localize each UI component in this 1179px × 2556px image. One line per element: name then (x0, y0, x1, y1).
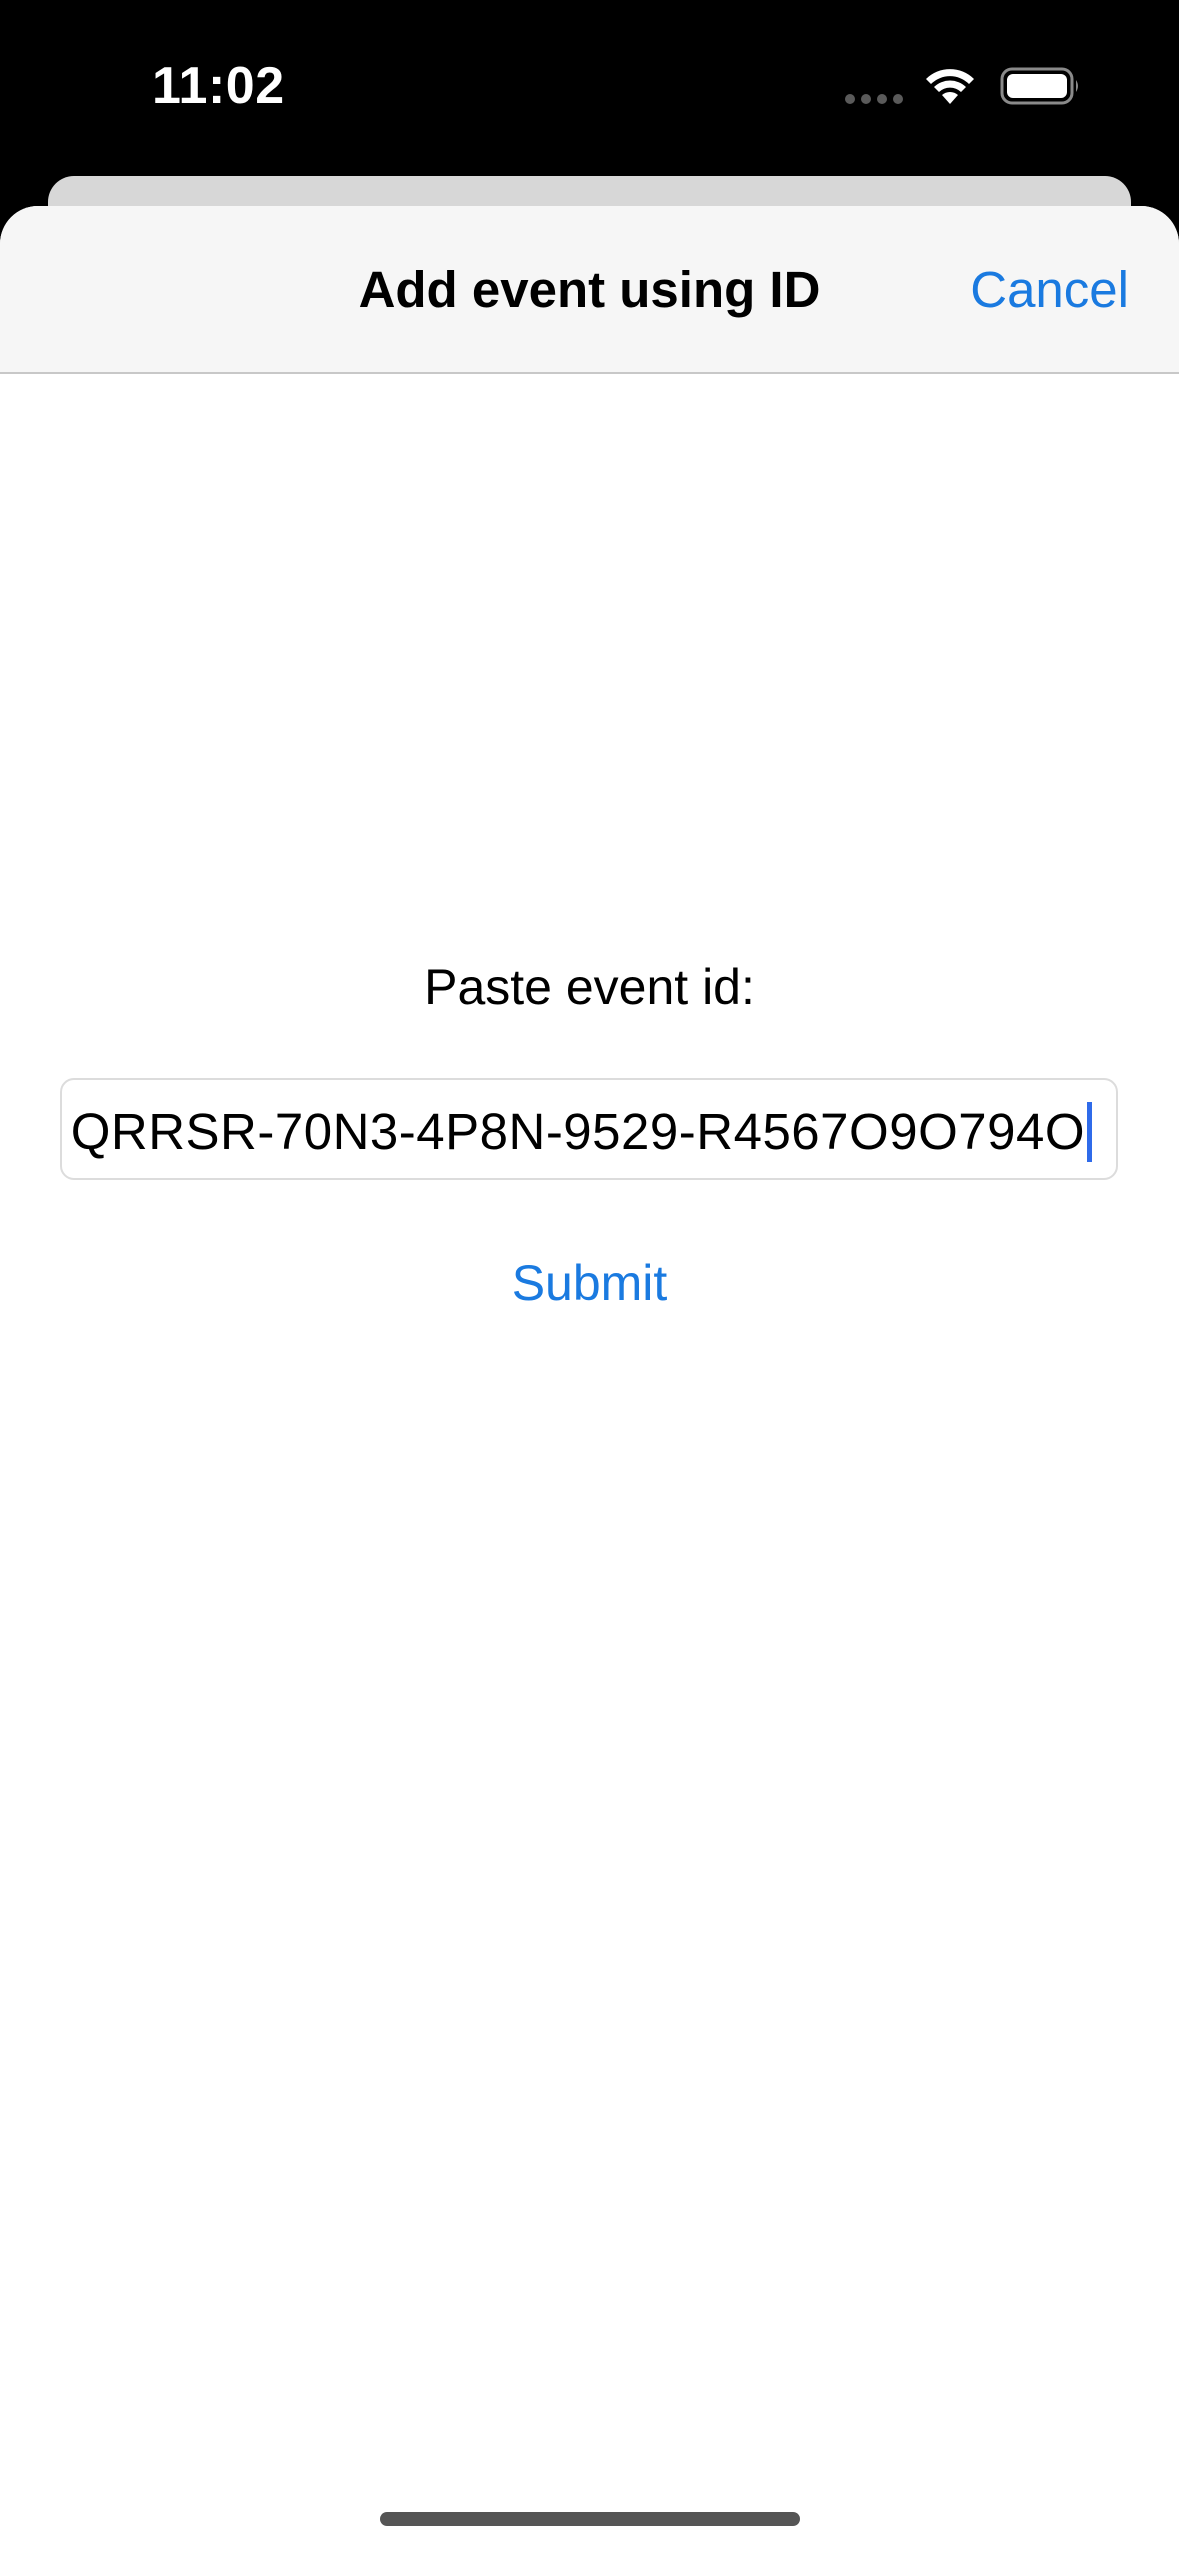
navigation-bar: Add event using ID Cancel (0, 206, 1179, 374)
home-indicator[interactable] (380, 2512, 800, 2526)
event-id-value: QRRSR-70N3-4P8N-9529-R4567O9O794O (70, 1101, 1092, 1166)
battery-icon (1000, 67, 1078, 105)
prompt-label: Paste event id: (424, 959, 755, 1015)
status-bar: 11:02 (0, 0, 1179, 176)
wifi-icon (926, 69, 974, 104)
status-time: 11:02 (152, 57, 285, 115)
screen: 11:02 Add event using ID Cancel Paste ev… (0, 0, 1179, 2556)
submit-button[interactable]: Submit (0, 1254, 1179, 1312)
text-caret (1087, 1101, 1092, 1162)
cancel-button[interactable]: Cancel (970, 260, 1129, 319)
modal-sheet: Add event using ID Cancel Paste event id… (0, 206, 1179, 2556)
event-id-input[interactable]: QRRSR-70N3-4P8N-9529-R4567O9O794O (60, 1078, 1118, 1180)
event-id-text: QRRSR-70N3-4P8N-9529-R4567O9O794O (70, 1103, 1085, 1160)
signal-dots-icon (845, 94, 905, 106)
